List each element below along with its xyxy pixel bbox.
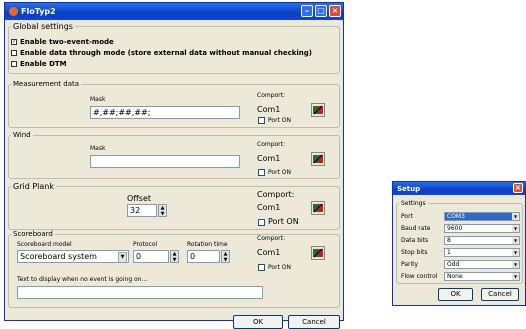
grid-comport-label: Comport:	[257, 190, 295, 199]
setup-close-button[interactable]: ×	[513, 183, 523, 193]
checkbox-checked-icon[interactable]: ✓	[11, 39, 17, 45]
setup-port-select[interactable]: COM3 ▼	[444, 212, 520, 221]
rotation-time-label: Rotation time	[187, 241, 228, 248]
offset-label: Offset	[127, 194, 152, 203]
measurement-port-settings-icon[interactable]	[311, 103, 325, 117]
setup-dialog: Setup × Settings Port COM3 ▼ Baud rate 96…	[392, 181, 526, 306]
protocol-label: Protocol	[133, 241, 158, 248]
rotation-time-spinner[interactable]: ▲ ▼	[221, 250, 230, 263]
setup-settings-legend: Settings	[401, 200, 426, 207]
measurement-mask-label: Mask	[90, 96, 106, 103]
chevron-down-icon[interactable]: ▼	[512, 249, 519, 256]
maximize-button[interactable]: □	[315, 5, 327, 17]
scoreboard-comport-label: Comport:	[257, 235, 286, 242]
grid-plank-legend: Grid Plank	[13, 182, 54, 191]
scoreboard-model-select[interactable]: Scoreboard system ▼	[17, 250, 129, 263]
measurement-port-on-label: Port ON	[268, 117, 292, 124]
chevron-down-icon[interactable]: ▼	[512, 261, 519, 268]
setup-baud-rate-label: Baud rate	[401, 225, 431, 232]
rotation-time-input[interactable]: 0	[187, 250, 220, 263]
chevron-down-icon[interactable]: ▼	[512, 237, 519, 244]
grid-port-settings-icon[interactable]	[311, 201, 325, 215]
offset-spinner[interactable]: ▲ ▼	[158, 204, 167, 217]
setup-title-bar[interactable]: Setup ×	[393, 182, 525, 195]
close-button[interactable]: ×	[329, 5, 341, 17]
global-settings-legend: Global settings	[13, 22, 73, 31]
flotyp2-window: FloTyp2 – □ × Global settings ✓ Enable tw…	[4, 2, 344, 329]
idle-text-input[interactable]	[17, 286, 263, 299]
chevron-down-icon[interactable]: ▼	[512, 225, 519, 232]
protocol-input[interactable]: 0	[133, 250, 169, 263]
setup-title: Setup	[397, 184, 421, 193]
wind-port-settings-icon[interactable]	[311, 152, 325, 166]
measurement-comport-label: Comport:	[257, 92, 286, 99]
minimize-button[interactable]: –	[301, 5, 313, 17]
ok-button[interactable]: OK	[233, 315, 283, 329]
setup-cancel-button[interactable]: Cancel	[481, 288, 519, 301]
scoreboard-comport-value: Com1	[257, 248, 281, 257]
measurement-mask-input[interactable]: #,##;##,##;	[90, 106, 240, 119]
scoreboard-port-on-label: Port ON	[268, 264, 292, 271]
grid-port-on-label: Port ON	[268, 217, 299, 226]
window-title: FloTyp2	[21, 7, 56, 16]
wind-mask-input[interactable]	[90, 155, 240, 168]
cancel-button[interactable]: Cancel	[288, 315, 340, 329]
wind-mask-label: Mask	[90, 145, 106, 152]
scoreboard-legend: Scoreboard	[13, 230, 53, 238]
option-enable-dtm[interactable]: Enable DTM	[11, 60, 67, 68]
wind-comport-value: Com1	[257, 154, 281, 163]
setup-flow-control-label: Flow control	[401, 273, 438, 280]
scoreboard-port-on-checkbox[interactable]	[258, 264, 265, 271]
wind-port-on-label: Port ON	[268, 169, 292, 176]
setup-flow-control-select[interactable]: None ▼	[444, 272, 520, 281]
title-bar[interactable]: FloTyp2 – □ ×	[5, 3, 343, 20]
wind-legend: Wind	[13, 131, 31, 139]
measurement-port-on-checkbox[interactable]	[258, 117, 265, 124]
idle-text-label: Text to display when no event is going o…	[17, 276, 148, 283]
chevron-down-icon[interactable]: ▼	[118, 252, 127, 262]
chevron-down-icon[interactable]: ▼	[512, 213, 519, 220]
setup-stop-bits-select[interactable]: 1 ▼	[444, 248, 520, 257]
wind-comport-label: Comport:	[257, 141, 286, 148]
measurement-legend: Measurement data	[13, 80, 80, 88]
checkbox-icon[interactable]	[11, 61, 17, 67]
grid-port-on-checkbox[interactable]	[258, 219, 265, 226]
setup-parity-select[interactable]: Odd ▼	[444, 260, 520, 269]
option-data-through-mode[interactable]: Enable data through mode (store external…	[11, 49, 312, 57]
chevron-down-icon[interactable]: ▼	[512, 273, 519, 280]
setup-ok-button[interactable]: OK	[438, 288, 473, 301]
checkbox-icon[interactable]	[11, 50, 17, 56]
setup-data-bits-select[interactable]: 8 ▼	[444, 236, 520, 245]
grid-comport-value: Com1	[257, 203, 281, 212]
protocol-spinner[interactable]: ▲ ▼	[170, 250, 179, 263]
wind-port-on-checkbox[interactable]	[258, 169, 265, 176]
option-two-event-mode[interactable]: ✓ Enable two-event-mode	[11, 38, 114, 46]
setup-port-label: Port	[401, 213, 413, 220]
setup-data-bits-label: Data bits	[401, 237, 429, 244]
scoreboard-model-label: Scoreboard model	[17, 241, 72, 248]
setup-parity-label: Parity	[401, 261, 419, 268]
setup-stop-bits-label: Stop bits	[401, 249, 428, 256]
scoreboard-port-settings-icon[interactable]	[311, 246, 325, 260]
setup-baud-rate-select[interactable]: 9600 ▼	[444, 224, 520, 233]
measurement-comport-value: Com1	[257, 105, 281, 114]
offset-input[interactable]: 32	[127, 204, 157, 217]
app-icon	[9, 7, 18, 16]
